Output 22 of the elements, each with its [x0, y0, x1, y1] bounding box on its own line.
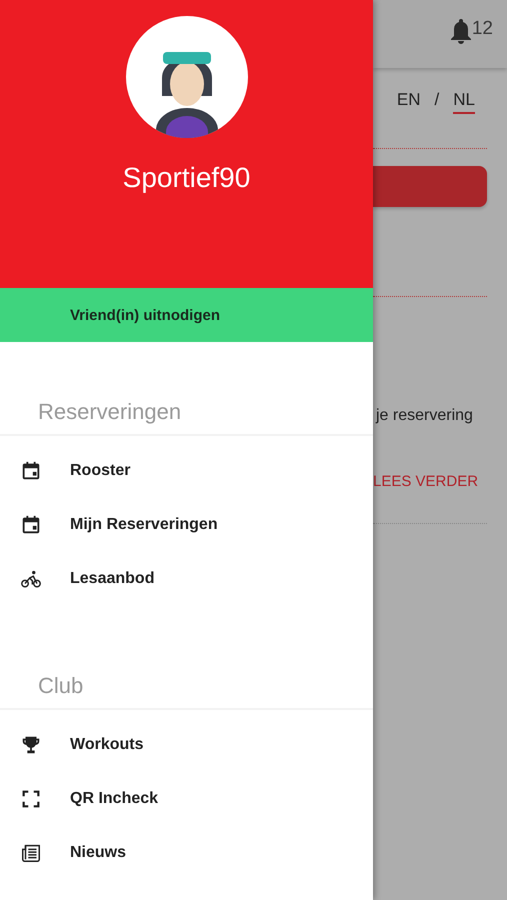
- bell-icon[interactable]: [450, 18, 472, 44]
- body-text: je reservering: [376, 407, 474, 425]
- language-option[interactable]: NL: [453, 90, 475, 114]
- menu-item[interactable]: Workouts: [0, 718, 373, 772]
- menu-item[interactable]: Nieuws: [0, 826, 373, 880]
- menu-item[interactable]: Rooster: [0, 444, 373, 498]
- language-option[interactable]: EN: [396, 90, 421, 114]
- invite-friend-button[interactable]: Vriend(in) uitnodigen: [0, 288, 373, 342]
- menu-item[interactable]: Mijn Reserveringen: [0, 498, 373, 552]
- calendar-icon: [20, 514, 42, 536]
- bicycle-icon: [20, 568, 42, 590]
- menu-item[interactable]: QR Incheck: [0, 772, 373, 826]
- calendar-icon: [20, 460, 42, 482]
- section-title: Reserveringen: [0, 390, 373, 436]
- section-title: Club: [0, 664, 373, 710]
- language-separator: /: [434, 90, 440, 111]
- menu-item[interactable]: Lesaanbod: [0, 552, 373, 606]
- scan-frame-icon: [20, 788, 42, 810]
- notification-count: 12: [472, 18, 493, 40]
- username: Sportief90: [122, 162, 250, 194]
- trophy-icon: [20, 734, 42, 756]
- newspaper-icon: [20, 842, 42, 864]
